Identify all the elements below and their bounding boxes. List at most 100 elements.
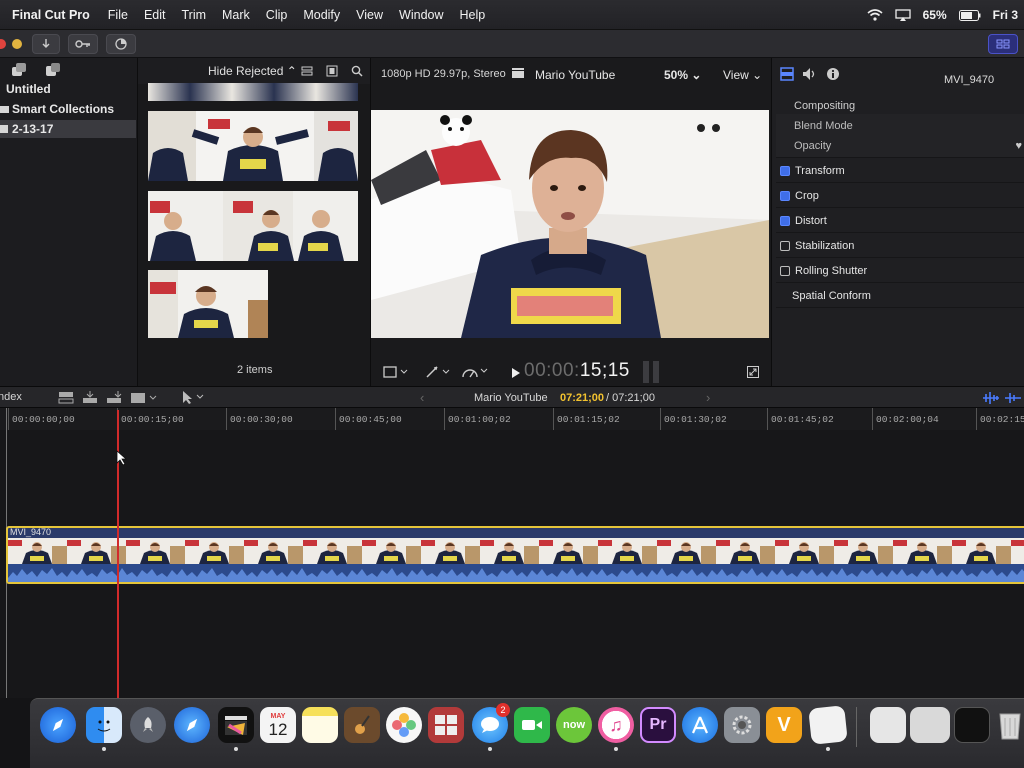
- opacity-row[interactable]: Opacity ♥: [776, 134, 1024, 158]
- dock-premiere-icon[interactable]: Pr: [640, 707, 676, 743]
- transform-tool-icon[interactable]: [383, 365, 409, 379]
- insert-clip-icon[interactable]: [82, 391, 98, 404]
- background-tasks-button[interactable]: [106, 34, 136, 54]
- audio-skimming-icon[interactable]: [982, 392, 1000, 404]
- transform-section[interactable]: Transform: [776, 159, 1024, 183]
- workspace-toggle-button[interactable]: [988, 34, 1018, 54]
- event-item-selected[interactable]: 2-13-17: [0, 120, 136, 138]
- menu-edit[interactable]: Edit: [144, 8, 166, 22]
- dock-system-preferences-icon[interactable]: [724, 707, 760, 743]
- clip-thumbnail-2[interactable]: [148, 191, 358, 261]
- append-clip-icon[interactable]: [106, 391, 122, 404]
- connect-clip-icon[interactable]: [58, 391, 74, 404]
- opacity-keyframe-icon[interactable]: ♥: [1015, 140, 1022, 152]
- dock-trash-icon[interactable]: [992, 707, 1024, 743]
- dock-notes-icon[interactable]: [302, 707, 338, 743]
- timeline-ruler[interactable]: 00:00:00;00 00:00:15;00 00:00:30;00 00:0…: [0, 408, 1024, 430]
- dock-now-icon[interactable]: now: [556, 707, 592, 743]
- clip-thumbnail-1[interactable]: [148, 111, 358, 181]
- dock-finder-icon[interactable]: [86, 707, 122, 743]
- dock-facetime-icon[interactable]: [514, 707, 550, 743]
- dock-photo-booth-icon[interactable]: [428, 707, 464, 743]
- stabilization-checkbox[interactable]: [780, 240, 790, 251]
- enhance-wand-icon[interactable]: [425, 365, 451, 379]
- photos-audio-icon[interactable]: [44, 62, 62, 78]
- menu-trim[interactable]: Trim: [181, 8, 206, 22]
- calendar-month: MAY: [270, 712, 286, 720]
- folder-icon: [0, 106, 9, 113]
- crop-label: Crop: [795, 189, 819, 202]
- clip-thumbnail-3[interactable]: [148, 270, 268, 338]
- clip-appearance-icon[interactable]: [301, 66, 313, 76]
- timeline-area[interactable]: MVI_9470: [0, 408, 1024, 698]
- crop-checkbox[interactable]: [780, 190, 790, 201]
- dock-app-store-icon[interactable]: [682, 707, 718, 743]
- timeline-index-button[interactable]: ndex: [0, 391, 22, 403]
- clip-thumbnail-top[interactable]: [148, 83, 358, 101]
- battery-icon[interactable]: [958, 9, 981, 21]
- dock-document-stack-icon[interactable]: [870, 707, 906, 743]
- search-icon[interactable]: [351, 65, 363, 77]
- info-icon[interactable]: [826, 67, 840, 81]
- clapper-icon: [225, 716, 247, 735]
- close-window-button[interactable]: [0, 39, 6, 49]
- transform-checkbox[interactable]: [780, 165, 790, 176]
- app-menu[interactable]: Final Cut Pro: [12, 8, 90, 22]
- dock-final-cut-pro-icon[interactable]: [218, 707, 254, 743]
- dock: MAY 12 2 now ♫ Pr V: [30, 698, 1024, 768]
- menu-help[interactable]: Help: [460, 8, 486, 22]
- filmstrip-icon[interactable]: [326, 65, 338, 77]
- select-tool-icon[interactable]: [180, 390, 206, 405]
- menu-clock[interactable]: Fri 3: [993, 8, 1018, 22]
- menu-view[interactable]: View: [356, 8, 383, 22]
- crop-section[interactable]: Crop: [776, 184, 1024, 208]
- menu-modify[interactable]: Modify: [303, 8, 340, 22]
- rolling-shutter-checkbox[interactable]: [780, 265, 790, 276]
- dock-garageband-icon[interactable]: [344, 707, 380, 743]
- menu-mark[interactable]: Mark: [222, 8, 250, 22]
- dock-launchpad-icon[interactable]: [130, 707, 166, 743]
- back-arrow-icon[interactable]: ‹: [420, 390, 424, 405]
- menu-clip[interactable]: Clip: [266, 8, 288, 22]
- menu-file[interactable]: File: [108, 8, 128, 22]
- dock-safari-icon[interactable]: [174, 707, 210, 743]
- dock-downloads-stack-icon[interactable]: [954, 707, 990, 743]
- zoom-popup[interactable]: 50% ⌄: [664, 68, 701, 82]
- dock-safari-blue-icon[interactable]: [40, 707, 76, 743]
- distort-checkbox[interactable]: [780, 215, 790, 226]
- keywords-button[interactable]: [68, 34, 98, 54]
- play-icon[interactable]: [511, 367, 521, 379]
- viewer-timecode[interactable]: 00:00:15;15: [524, 360, 630, 382]
- running-indicator: [614, 747, 618, 751]
- minimize-window-button[interactable]: [12, 39, 22, 49]
- dock-textedit-icon[interactable]: [808, 705, 848, 745]
- menu-window[interactable]: Window: [399, 8, 443, 22]
- dock-screenshots-stack-icon[interactable]: [910, 707, 950, 743]
- libraries-icon[interactable]: [10, 62, 28, 78]
- solo-icon[interactable]: [1004, 392, 1022, 404]
- view-popup[interactable]: View ⌄: [723, 68, 762, 82]
- dock-itunes-icon[interactable]: ♫: [598, 707, 634, 743]
- distort-section[interactable]: Distort: [776, 209, 1024, 233]
- spatial-conform-section[interactable]: Spatial Conform: [776, 284, 1024, 308]
- audio-inspector-icon[interactable]: [802, 67, 818, 81]
- fullscreen-icon[interactable]: [747, 366, 759, 378]
- dock-calendar-icon[interactable]: MAY 12: [260, 707, 296, 743]
- overwrite-clip-icon[interactable]: [130, 391, 158, 404]
- vectorize-label: V: [777, 713, 791, 736]
- retime-speed-icon[interactable]: [461, 364, 489, 379]
- library-item[interactable]: Untitled: [0, 80, 136, 98]
- video-frame[interactable]: [371, 110, 769, 338]
- import-button[interactable]: [32, 34, 60, 54]
- airplay-icon[interactable]: [894, 9, 911, 21]
- timeline-clip[interactable]: MVI_9470: [6, 526, 1024, 584]
- dock-photos-icon[interactable]: [386, 707, 422, 743]
- stabilization-section[interactable]: Stabilization: [776, 234, 1024, 258]
- dock-vectorize-icon[interactable]: V: [766, 707, 802, 743]
- video-inspector-icon[interactable]: [780, 67, 794, 81]
- smart-collections-item[interactable]: Smart Collections: [0, 100, 136, 118]
- wifi-icon[interactable]: [867, 9, 883, 21]
- filter-popup[interactable]: Hide Rejected ⌃: [208, 64, 297, 78]
- rolling-shutter-section[interactable]: Rolling Shutter: [776, 259, 1024, 283]
- forward-arrow-icon[interactable]: ›: [706, 390, 710, 405]
